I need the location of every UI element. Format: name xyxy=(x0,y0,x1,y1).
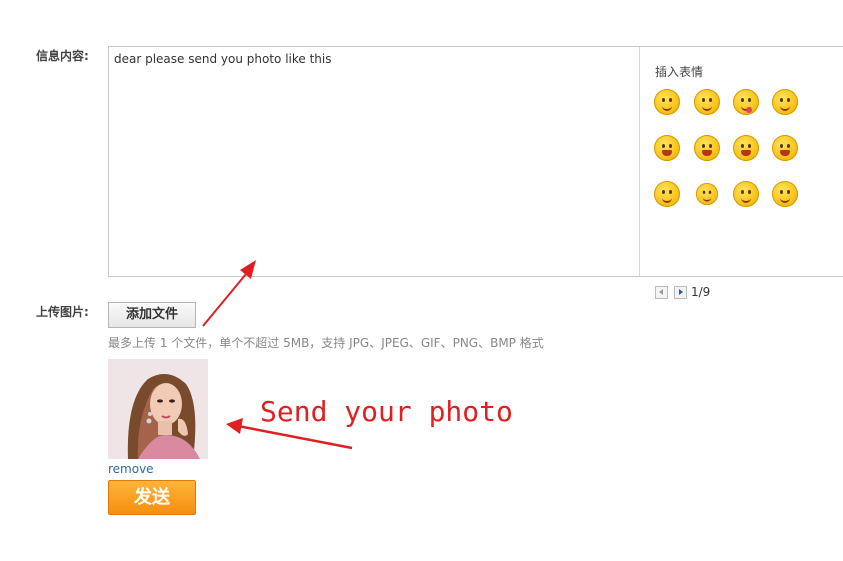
arrow-to-textarea xyxy=(202,260,256,327)
arrow-to-photo xyxy=(226,418,353,450)
annotation-arrows xyxy=(202,260,353,450)
